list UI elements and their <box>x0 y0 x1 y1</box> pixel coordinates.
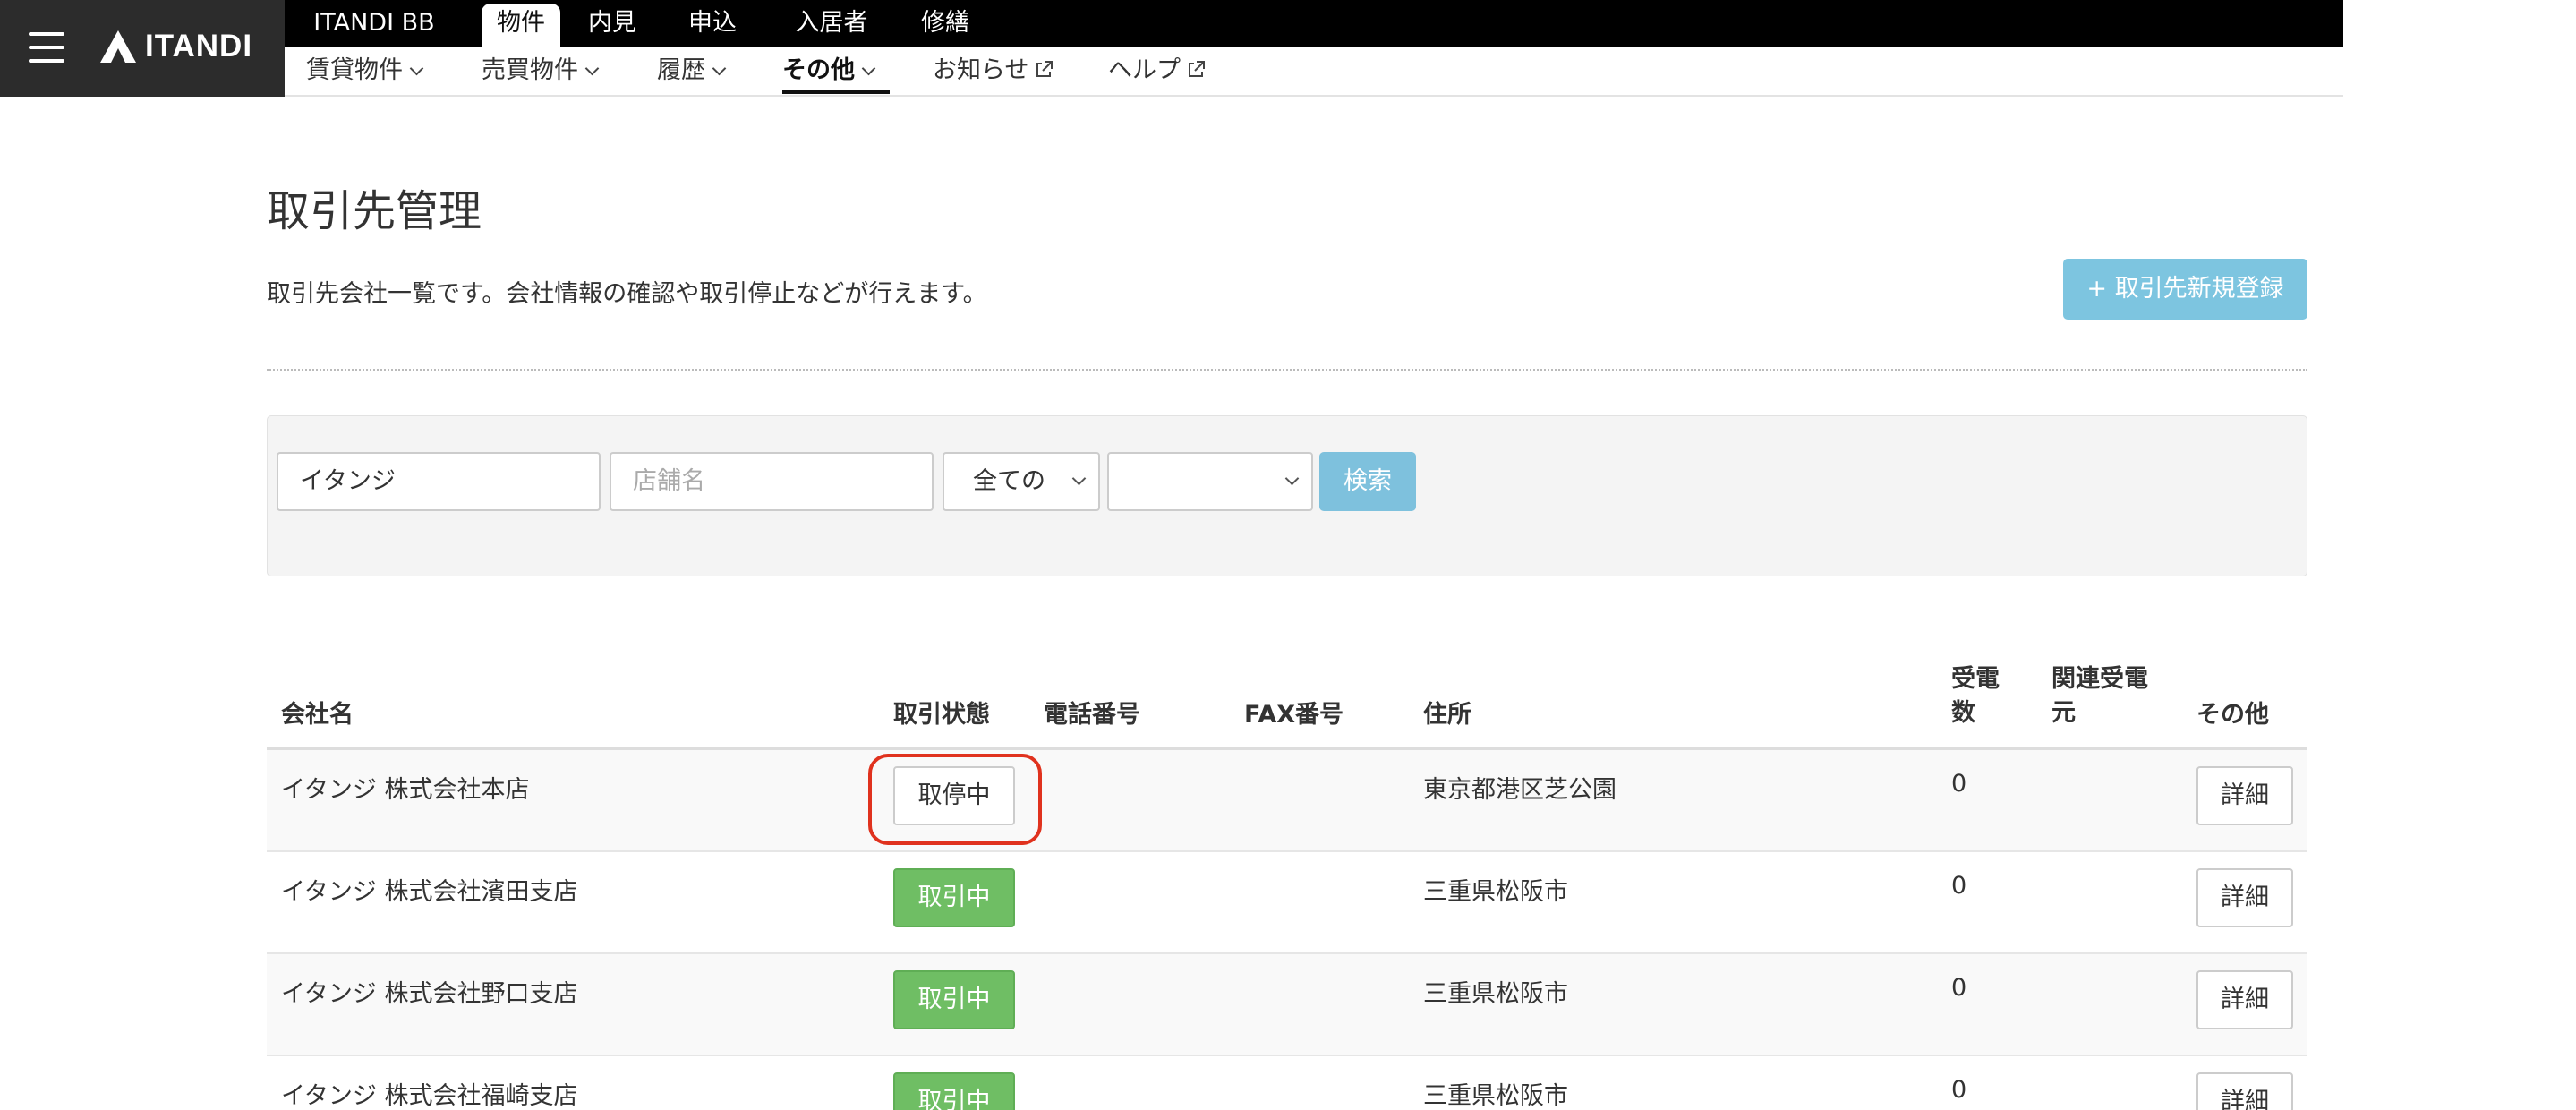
header-phone: 電話番号 <box>1044 701 1140 729</box>
subnav-rental-property[interactable]: 賃貸物件 <box>306 47 424 95</box>
chevron-down-icon <box>861 61 876 76</box>
search-panel: イタンジ 店舗名 全ての 検索 <box>267 415 2307 576</box>
subnav-sale-property-label: 売買物件 <box>482 56 578 84</box>
status-active-button[interactable]: 取引中 <box>893 1072 1015 1110</box>
page-title: 取引先管理 <box>267 186 482 236</box>
logo-text: ITANDI <box>145 29 253 64</box>
topnav-application[interactable]: 申込 <box>686 4 739 43</box>
external-link-icon <box>1036 61 1053 77</box>
cell-address: 三重県松阪市 <box>1423 1082 1568 1110</box>
cell-company: イタンジ 株式会社福崎支店 <box>281 1082 578 1110</box>
cell-company: イタンジ 株式会社本店 <box>281 776 530 804</box>
active-tab-underline <box>782 90 890 94</box>
header-fax: FAX番号 <box>1244 701 1344 729</box>
topnav-resident[interactable]: 入居者 <box>791 4 872 43</box>
itandi-logo[interactable]: ITANDI <box>98 27 252 66</box>
app-header: ITANDI ITANDI BB 物件 内見 申込 入居者 修繕 賃貸物件 売買… <box>0 0 2343 97</box>
subnav-other-label: その他 <box>782 56 855 84</box>
top-navigation: ITANDI BB 物件 内見 申込 入居者 修繕 <box>285 0 2343 47</box>
header-calls-line2: 数 <box>1951 699 1975 727</box>
header-status: 取引状態 <box>893 701 990 729</box>
subnav-help[interactable]: ヘルプ <box>1108 47 1206 95</box>
subnav-history-label: 履歴 <box>657 56 705 84</box>
header-related: 関連受電 元 <box>2051 662 2148 730</box>
topnav-property[interactable]: 物件 <box>482 4 560 47</box>
cell-address: 三重県松阪市 <box>1423 878 1568 906</box>
subnav-other[interactable]: その他 <box>782 47 876 95</box>
header-company: 会社名 <box>281 701 354 729</box>
header-related-line2: 元 <box>2051 699 2076 727</box>
cell-address: 東京都港区芝公園 <box>1423 776 1616 804</box>
cell-company: イタンジ 株式会社濱田支店 <box>281 878 578 906</box>
brand-bar: ITANDI <box>0 0 285 97</box>
chevron-down-icon <box>1284 471 1300 486</box>
partner-table: 会社名 取引状態 電話番号 FAX番号 住所 受電 数 関連受電 元 その他 イ… <box>267 659 2307 1110</box>
secondary-select[interactable] <box>1107 452 1313 511</box>
topnav-viewing[interactable]: 内見 <box>585 4 639 43</box>
table-row: イタンジ 株式会社濱田支店 取引中 三重県松阪市 0 詳細 <box>267 852 2307 954</box>
cell-calls: 0 <box>1951 770 1967 798</box>
cell-calls: 0 <box>1951 872 1967 900</box>
topnav-repair[interactable]: 修繕 <box>918 4 972 43</box>
search-button[interactable]: 検索 <box>1319 452 1416 511</box>
subnav-news[interactable]: お知らせ <box>933 47 1053 95</box>
detail-button[interactable]: 詳細 <box>2196 868 2293 927</box>
add-partner-button[interactable]: + 取引先新規登録 <box>2063 259 2307 320</box>
store-name-input[interactable]: 店舗名 <box>610 452 934 511</box>
header-calls-line1: 受電 <box>1951 665 2000 693</box>
detail-button[interactable]: 詳細 <box>2196 766 2293 825</box>
external-link-icon <box>1189 61 1205 77</box>
table-row: イタンジ 株式会社野口支店 取引中 三重県松阪市 0 詳細 <box>267 954 2307 1056</box>
itandi-logo-icon <box>100 30 136 63</box>
subnav-rental-property-label: 賃貸物件 <box>306 56 403 84</box>
cell-company: イタンジ 株式会社野口支店 <box>281 980 578 1008</box>
header-address: 住所 <box>1423 701 1471 729</box>
company-name-input[interactable]: イタンジ <box>277 452 601 511</box>
table-header: 会社名 取引状態 電話番号 FAX番号 住所 受電 数 関連受電 元 その他 <box>267 659 2307 750</box>
header-calls: 受電 数 <box>1951 662 2000 730</box>
table-row: イタンジ 株式会社福崎支店 取引中 三重県松阪市 0 詳細 <box>267 1056 2307 1110</box>
topnav-itandi-bb[interactable]: ITANDI BB <box>311 4 437 43</box>
hamburger-menu-icon[interactable] <box>29 32 64 63</box>
status-active-button[interactable]: 取引中 <box>893 970 1015 1029</box>
detail-button[interactable]: 詳細 <box>2196 970 2293 1029</box>
chevron-down-icon <box>584 61 600 76</box>
detail-button[interactable]: 詳細 <box>2196 1072 2293 1110</box>
chevron-down-icon <box>1071 471 1087 486</box>
subnav-help-label: ヘルプ <box>1108 56 1181 84</box>
page-description: 取引先会社一覧です。会社情報の確認や取引停止などが行えます。 <box>267 280 987 308</box>
status-select-value: 全ての <box>973 467 1045 495</box>
table-row: イタンジ 株式会社本店 取停中 東京都港区芝公園 0 詳細 <box>267 750 2307 852</box>
cell-calls: 0 <box>1951 1076 1967 1104</box>
chevron-down-icon <box>712 61 727 76</box>
sub-navigation: 賃貸物件 売買物件 履歴 その他 お知らせ ヘルプ <box>285 47 2343 97</box>
status-select[interactable]: 全ての <box>943 452 1100 511</box>
cell-address: 三重県松阪市 <box>1423 980 1568 1008</box>
header-other: その他 <box>2196 701 2269 729</box>
highlight-circle <box>868 754 1042 845</box>
status-active-button[interactable]: 取引中 <box>893 868 1015 927</box>
cell-calls: 0 <box>1951 974 1967 1002</box>
subnav-history[interactable]: 履歴 <box>657 47 727 95</box>
header-related-line1: 関連受電 <box>2051 665 2148 693</box>
dotted-divider <box>267 369 2307 371</box>
chevron-down-icon <box>409 61 424 76</box>
subnav-sale-property[interactable]: 売買物件 <box>482 47 600 95</box>
subnav-news-label: お知らせ <box>933 56 1029 84</box>
